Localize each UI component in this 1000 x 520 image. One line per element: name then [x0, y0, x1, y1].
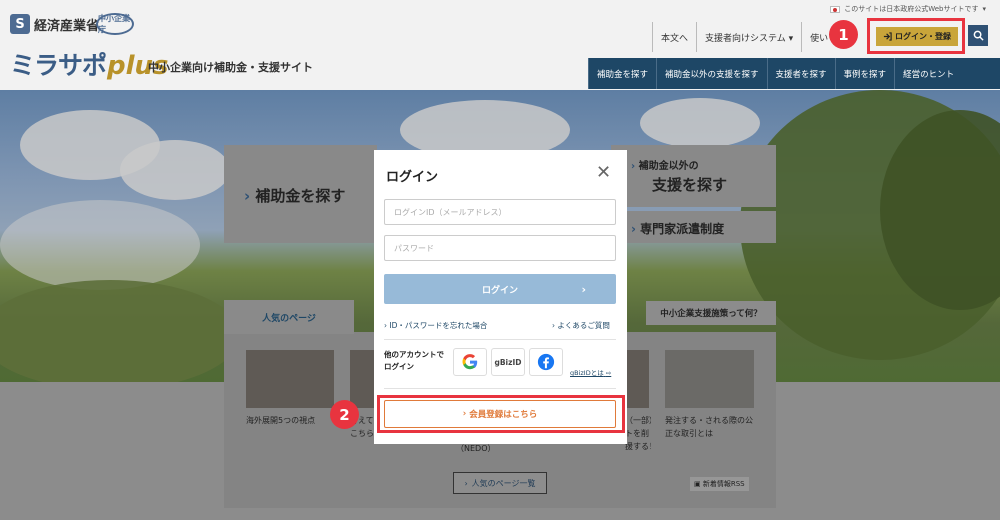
forgot-credentials-link[interactable]: › ID・パスワードを忘れた場合 [384, 320, 487, 331]
gbizid-login-button[interactable]: gBizID [491, 348, 525, 376]
what-is-sme-support-button[interactable]: 中小企業支援施策って何？ [646, 301, 776, 325]
skip-to-content-link[interactable]: 本文へ [652, 22, 696, 52]
official-site-notice[interactable]: このサイトは日本政府公式Webサイトです ▾ [830, 4, 986, 14]
close-icon[interactable]: ✕ [596, 162, 611, 183]
facebook-login-button[interactable] [529, 348, 563, 376]
popular-pages-tab[interactable]: 人気のページ [224, 300, 354, 334]
chevron-right-icon: › [631, 222, 641, 236]
facebook-icon [537, 353, 555, 371]
faq-label: よくあるご質問 [557, 321, 610, 330]
gbizid-about-label: gBizIDとは [570, 369, 604, 377]
brand-main-text: ミラサポ [10, 51, 107, 80]
popular-caption[interactable]: 発注する・される際の公 正な取引とは [665, 414, 761, 440]
rss-link[interactable]: ▣ 新着情報RSS [690, 477, 749, 491]
rss-label: 新着情報RSS [702, 480, 745, 488]
popular-thumbnail[interactable] [625, 350, 649, 408]
google-login-button[interactable] [453, 348, 487, 376]
chevron-right-icon: › [464, 478, 468, 488]
popular-thumbnail[interactable] [246, 350, 334, 408]
nav-other-support[interactable]: 補助金以外の支援を探す [656, 58, 767, 89]
agency-badge[interactable]: 中小企業庁 [96, 13, 134, 35]
chevron-right-icon: › [581, 282, 586, 296]
site-brand-logo[interactable]: ミラサポ plus [10, 46, 169, 82]
popular-pages-list-label: 人気のページ一覧 [471, 478, 536, 488]
gbizid-about-link[interactable]: gBizIDとは ⇨ [570, 367, 611, 377]
cloud [0, 200, 200, 290]
other-support-line2: 支援を探す [652, 176, 728, 194]
popular-caption[interactable]: （一部）で、 トを削 援する！ [625, 414, 651, 453]
subsidy-search-card[interactable]: › 補助金を探す [224, 145, 377, 243]
nav-subsidy[interactable]: 補助金を探す [588, 58, 656, 89]
ministry-logo[interactable]: S 経済産業省 [10, 14, 99, 34]
japan-flag-icon [830, 5, 841, 13]
chevron-right-icon: › [631, 161, 639, 172]
gbizid-label: gBizID [494, 357, 522, 367]
subsidy-card-label: 補助金を探す [255, 187, 346, 205]
login-submit-button[interactable]: ログイン › [384, 274, 616, 304]
annotation-highlight-register [377, 395, 625, 433]
modal-title: ログイン [386, 170, 439, 185]
annotation-highlight-login [867, 18, 965, 54]
google-icon [462, 354, 478, 370]
nav-management-tips[interactable]: 経営のヒント [894, 58, 962, 89]
main-nav: 補助金を探す 補助金以外の支援を探す 支援者を探す 事例を探す 経営のヒント [588, 58, 1000, 89]
rss-icon: ▣ [694, 480, 703, 488]
forgot-credentials-label: ID・パスワードを忘れた場合 [389, 321, 488, 330]
login-submit-label: ログイン [481, 285, 518, 296]
tree [0, 280, 240, 382]
login-id-input[interactable] [384, 199, 616, 225]
nav-supporters[interactable]: 支援者を探す [766, 58, 835, 89]
other-support-card[interactable]: › 補助金以外の 支援を探す [611, 145, 776, 207]
search-button[interactable] [968, 25, 988, 46]
expert-dispatch-label: 専門家派遣制度 [640, 222, 725, 236]
chevron-down-icon: ▾ [982, 5, 986, 13]
divider [384, 388, 616, 389]
popular-pages-list-button[interactable]: › 人気のページ一覧 [453, 472, 547, 494]
annotation-step-badge: 1 [829, 20, 858, 49]
site-tagline: 中小企業向け補助金・支援サイト [148, 61, 313, 74]
divider [384, 339, 616, 340]
cloud [120, 140, 230, 200]
nav-cases[interactable]: 事例を探す [834, 58, 895, 89]
ministry-name: 経済産業省 [34, 18, 100, 34]
popular-caption[interactable]: 海外展開5つの視点 [246, 414, 336, 427]
other-support-line1: 補助金以外の [638, 161, 699, 172]
top-links: 本文へ 支援者向けシステム ▾ 使い [652, 22, 836, 52]
other-account-label: 他のアカウントで ログイン [384, 350, 444, 371]
expert-dispatch-card[interactable]: › 専門家派遣制度 [611, 211, 776, 243]
annotation-step-badge: 2 [330, 400, 359, 429]
faq-link[interactable]: › よくあるご質問 [552, 320, 610, 331]
supporter-system-menu[interactable]: 支援者向けシステム ▾ [696, 22, 801, 52]
password-input[interactable] [384, 235, 616, 261]
search-icon [973, 30, 984, 41]
chevron-right-icon: › [244, 187, 256, 205]
cloud [640, 98, 760, 148]
official-notice-text: このサイトは日本政府公式Webサイトです [844, 5, 979, 13]
popular-thumbnail[interactable] [665, 350, 754, 408]
external-link-icon: ⇨ [605, 369, 612, 377]
meti-logo-icon: S [10, 14, 30, 34]
